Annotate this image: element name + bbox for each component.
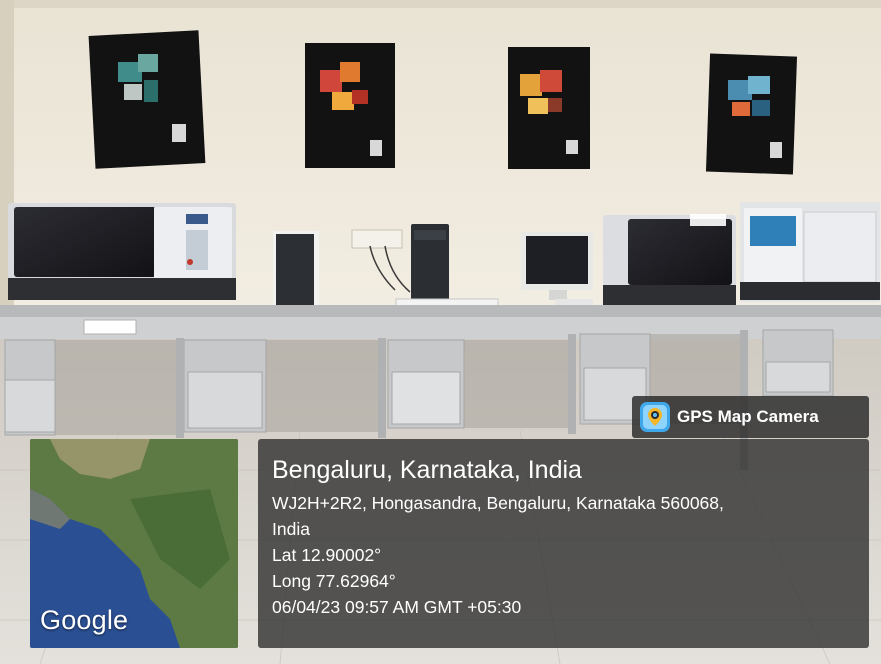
photo-scene: GPS Map Camera Google Bengaluru, Karnata… xyxy=(0,0,881,664)
address-line-2: India xyxy=(272,519,310,539)
gps-app-name: GPS Map Camera xyxy=(677,407,819,426)
scanner-left xyxy=(8,203,236,300)
scanner-right xyxy=(740,202,880,302)
scanner-middle-right xyxy=(603,214,736,305)
longitude-text: Long 77.62964° xyxy=(272,571,396,591)
google-logo: Google xyxy=(40,605,129,635)
pc-tower-2 xyxy=(411,224,449,302)
poster-2 xyxy=(305,43,395,168)
location-info-panel: Bengaluru, Karnataka, India WJ2H+2R2, Ho… xyxy=(258,439,869,648)
gps-app-badge: GPS Map Camera xyxy=(632,396,869,438)
latitude-text: Lat 12.90002° xyxy=(272,545,382,565)
datetime-text: 06/04/23 09:57 AM GMT +05:30 xyxy=(272,597,522,617)
address-line-1: WJ2H+2R2, Hongasandra, Bengaluru, Karnat… xyxy=(272,493,724,513)
gps-camera-logo-icon xyxy=(640,402,670,432)
map-thumbnail: Google xyxy=(30,439,238,648)
location-city: Bengaluru, Karnataka, India xyxy=(272,456,582,484)
poster-3 xyxy=(508,47,590,169)
pc-tower-1 xyxy=(273,231,319,309)
poster-4 xyxy=(705,53,798,175)
poster-1 xyxy=(88,30,206,169)
